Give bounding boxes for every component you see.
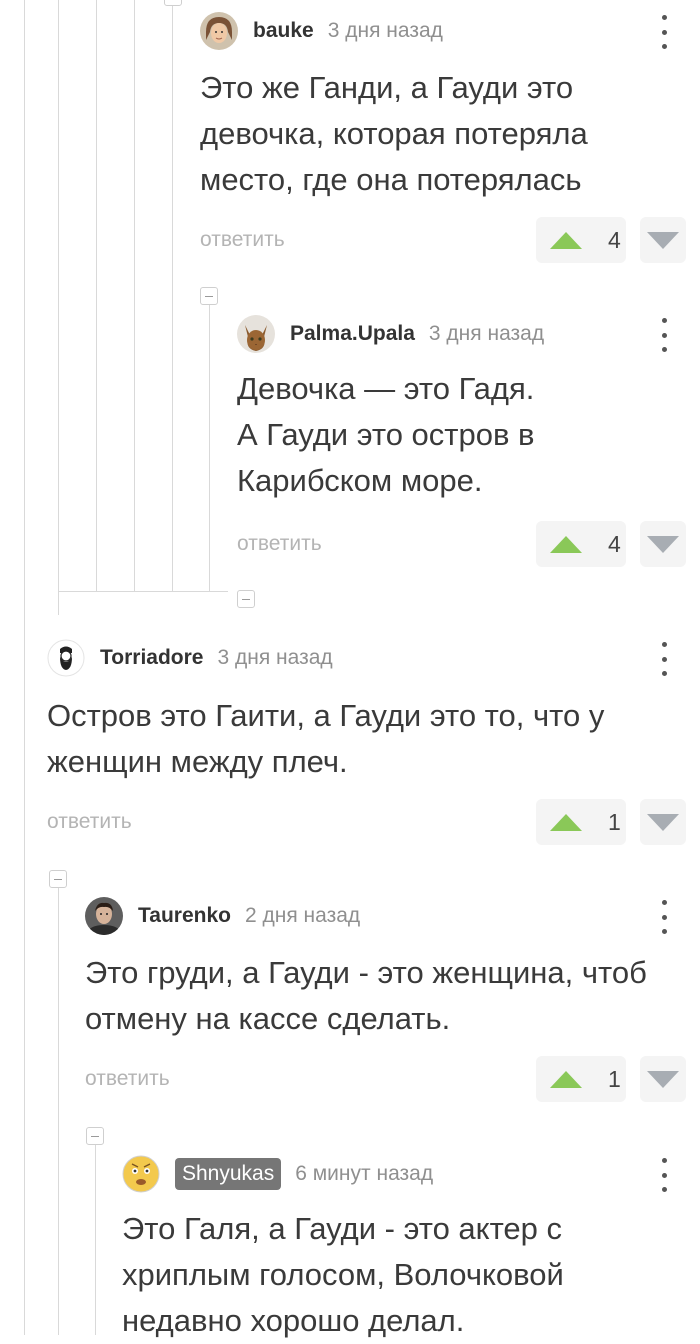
upvote-button[interactable]: 4 bbox=[536, 217, 626, 263]
comment: Shnyukas 6 минут назад Это Галя, а Гауди… bbox=[122, 1154, 700, 1338]
cat-avatar[interactable] bbox=[237, 315, 275, 353]
bearded-man-avatar[interactable] bbox=[47, 639, 85, 677]
comment: Taurenko 2 дня назад Это груди, а Гауди … bbox=[85, 896, 700, 1116]
vote-count: 1 bbox=[608, 1065, 621, 1092]
comment-time[interactable]: 3 дня назад bbox=[429, 322, 544, 346]
downvote-button[interactable] bbox=[640, 799, 686, 845]
comment-author[interactable]: Taurenko bbox=[138, 904, 231, 928]
arrow-up-icon bbox=[550, 1070, 582, 1088]
collapse-toggle[interactable] bbox=[86, 1127, 104, 1145]
avatar-photo[interactable] bbox=[85, 897, 123, 935]
collapse-toggle[interactable] bbox=[237, 590, 255, 608]
collapse-toggle[interactable] bbox=[164, 0, 182, 6]
more-menu-icon[interactable] bbox=[658, 318, 670, 352]
downvote-button[interactable] bbox=[640, 217, 686, 263]
comment-time[interactable]: 2 дня назад bbox=[245, 904, 360, 928]
thread-line bbox=[58, 0, 59, 615]
downvote-button[interactable] bbox=[640, 1056, 686, 1102]
reply-link[interactable]: ответить bbox=[85, 1067, 170, 1091]
upvote-button[interactable]: 1 bbox=[536, 799, 626, 845]
thread-line bbox=[95, 1145, 96, 1335]
comment-header: Taurenko 2 дня назад bbox=[85, 896, 360, 936]
thread-line bbox=[24, 0, 25, 1335]
collapse-toggle[interactable] bbox=[200, 287, 218, 305]
comment-time[interactable]: 3 дня назад bbox=[328, 19, 443, 43]
comment-text: Это Галя, а Гауди - это актер с хриплым … bbox=[122, 1211, 564, 1338]
more-menu-icon[interactable] bbox=[658, 642, 670, 676]
thread-line bbox=[58, 591, 228, 592]
reply-link[interactable]: ответить bbox=[47, 810, 132, 834]
thread-line bbox=[96, 0, 97, 592]
reply-link[interactable]: ответить bbox=[200, 228, 285, 252]
upvote-button[interactable]: 1 bbox=[536, 1056, 626, 1102]
vote-count: 4 bbox=[608, 226, 621, 253]
comment: Palma.Upala 3 дня назад Девочка — это Га… bbox=[237, 314, 700, 574]
thread-line bbox=[134, 0, 135, 592]
vote-count: 1 bbox=[608, 808, 621, 835]
comment-author[interactable]: Palma.Upala bbox=[290, 322, 415, 346]
emoji-face-avatar[interactable] bbox=[122, 1155, 160, 1193]
reply-link[interactable]: ответить bbox=[237, 532, 322, 556]
comment-text: Девочка — это Гадя. А Гауди это остров в… bbox=[237, 371, 535, 498]
more-menu-icon[interactable] bbox=[658, 900, 670, 934]
arrow-up-icon bbox=[550, 813, 582, 831]
collapse-toggle[interactable] bbox=[49, 870, 67, 888]
avatar-photo[interactable] bbox=[200, 12, 238, 50]
comment-time[interactable]: 6 минут назад bbox=[295, 1162, 433, 1186]
arrow-down-icon bbox=[647, 231, 679, 249]
comment: bauke 3 дня назад Это же Ганди, а Гауди … bbox=[200, 11, 700, 271]
arrow-up-icon bbox=[550, 535, 582, 553]
comment-text: Это груди, а Гауди - это женщина, чтоб о… bbox=[85, 955, 647, 1036]
comment-text: Остров это Гаити, а Гауди это то, что у … bbox=[47, 698, 605, 779]
comment-author[interactable]: Shnyukas bbox=[175, 1158, 282, 1190]
comment-header: Shnyukas 6 минут назад bbox=[122, 1154, 433, 1194]
more-menu-icon[interactable] bbox=[658, 1158, 670, 1192]
arrow-down-icon bbox=[647, 535, 679, 553]
thread-line bbox=[209, 305, 210, 592]
comment-header: Torriadore 3 дня назад bbox=[47, 638, 333, 678]
downvote-button[interactable] bbox=[640, 521, 686, 567]
comment-header: bauke 3 дня назад bbox=[200, 11, 443, 51]
comment-author[interactable]: Torriadore bbox=[100, 646, 203, 670]
comment-text: Это же Ганди, а Гауди это девочка, котор… bbox=[200, 70, 588, 197]
thread-line bbox=[172, 0, 173, 592]
comment-time[interactable]: 3 дня назад bbox=[217, 646, 332, 670]
thread-line bbox=[58, 888, 59, 1335]
more-menu-icon[interactable] bbox=[658, 15, 670, 49]
upvote-button[interactable]: 4 bbox=[536, 521, 626, 567]
arrow-down-icon bbox=[647, 813, 679, 831]
arrow-up-icon bbox=[550, 231, 582, 249]
arrow-down-icon bbox=[647, 1070, 679, 1088]
comment: Torriadore 3 дня назад Остров это Гаити,… bbox=[47, 638, 700, 858]
comment-author[interactable]: bauke bbox=[253, 19, 314, 43]
comment-header: Palma.Upala 3 дня назад bbox=[237, 314, 544, 354]
vote-count: 4 bbox=[608, 530, 621, 557]
